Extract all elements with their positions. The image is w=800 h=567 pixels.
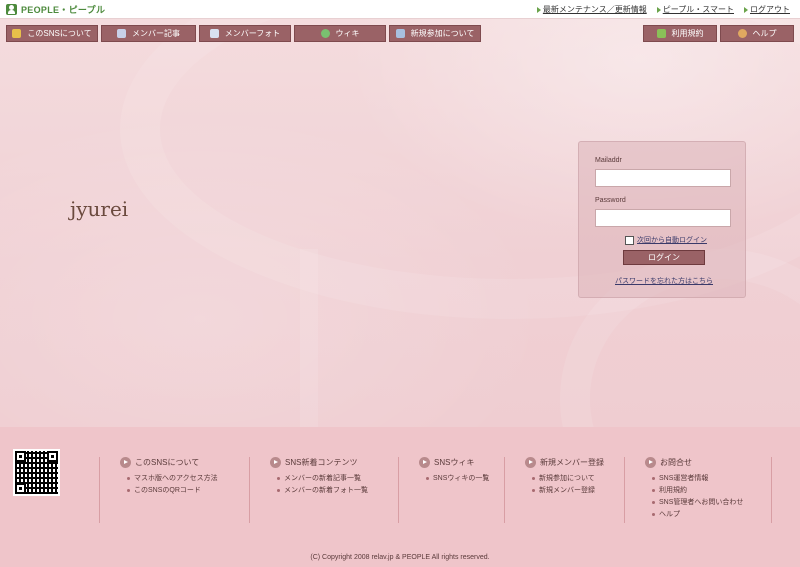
footer-link[interactable]: SNS運営者情報 (652, 473, 743, 483)
footer-link[interactable]: マスホ版へのアクセス方法 (127, 473, 218, 483)
qr-finder (15, 483, 26, 494)
footer-link[interactable]: メンバーの新着フォト一覧 (277, 485, 368, 495)
footer-link[interactable]: SNS管理者へお問い合わせ (652, 497, 743, 507)
nav-wiki-button[interactable]: ウィキ (294, 25, 386, 42)
wiki-icon (320, 29, 330, 38)
play-icon (419, 457, 430, 468)
footer-heading-label[interactable]: お問合せ (660, 457, 692, 468)
footer-column-about: このSNSについて マスホ版へのアクセス方法 このSNSのQRコード (99, 457, 218, 523)
play-icon (270, 457, 281, 468)
nav-label: メンバーフォト (224, 29, 281, 38)
arrow-icon (656, 6, 661, 13)
copyright: (C) Copyright 2008 relav.jp & PEOPLE All… (310, 554, 490, 561)
arrow-icon (536, 6, 541, 13)
auto-login-checkbox[interactable] (625, 235, 634, 245)
top-link-smart[interactable]: ピープル・スマート (656, 4, 734, 15)
footer: このSNSについて マスホ版へのアクセス方法 このSNSのQRコード SNS新着… (0, 427, 800, 567)
nav-help-button[interactable]: ヘルプ (720, 25, 794, 42)
footer-heading[interactable]: SNSウィキ (419, 457, 489, 468)
play-icon (120, 457, 131, 468)
footer-heading-label[interactable]: SNSウィキ (434, 457, 474, 468)
qr-code (13, 449, 60, 496)
join-icon (395, 29, 405, 38)
arrow-icon (744, 6, 748, 13)
footer-heading-label[interactable]: SNS新着コンテンツ (285, 457, 357, 468)
top-link-label[interactable]: 最新メンテナンス／更新情報 (543, 4, 647, 15)
play-icon (525, 457, 536, 468)
nav-terms-button[interactable]: 利用規約 (643, 25, 717, 42)
footer-column-register: 新規メンバー登録 新規参加について 新規メンバー登録 (504, 457, 604, 523)
top-link-logout[interactable]: ログアウト (744, 4, 790, 15)
nav-label: ウィキ (335, 29, 360, 38)
footer-column-contact: お問合せ SNS運営者情報 利用規約 SNS管理者へお問い合わせ ヘルプ (624, 457, 743, 523)
auto-login-label[interactable]: 次回から自動ログイン (637, 235, 707, 245)
nav-bar-right: 利用規約 ヘルプ (643, 25, 794, 42)
footer-link[interactable]: 新規メンバー登録 (532, 485, 604, 495)
photo-icon (209, 29, 219, 38)
nav-label: メンバー記事 (132, 29, 180, 38)
nav-photos-button[interactable]: メンバーフォト (199, 25, 291, 42)
people-icon (6, 4, 17, 15)
footer-link[interactable]: メンバーの新着記事一覧 (277, 473, 368, 483)
footer-heading[interactable]: お問合せ (645, 457, 743, 468)
footer-heading[interactable]: このSNSについて (120, 457, 218, 468)
help-icon (737, 29, 747, 38)
about-icon (12, 29, 22, 38)
login-panel: Mailaddr Password 次回から自動ログイン ログイン パスワードを… (578, 141, 746, 298)
nav-label: 利用規約 (671, 29, 704, 38)
terms-icon (656, 29, 666, 38)
forgot-password-link[interactable]: パスワードを忘れた方はこちら (615, 276, 713, 286)
site-name: jyurei (70, 197, 129, 221)
top-link-maintenance[interactable]: 最新メンテナンス／更新情報 (536, 4, 647, 15)
password-label: Password (595, 197, 626, 204)
footer-heading-label[interactable]: このSNSについて (135, 457, 199, 468)
qr-finder (47, 451, 58, 462)
footer-column-contents: SNS新着コンテンツ メンバーの新着記事一覧 メンバーの新着フォト一覧 (249, 457, 368, 523)
footer-divider (771, 457, 772, 523)
background-decoration (300, 249, 318, 427)
nav-label: ヘルプ (752, 29, 777, 38)
brand-name: PEOPLE・ピープル (21, 5, 106, 15)
nav-about-button[interactable]: このSNSについて (6, 25, 98, 42)
password-input[interactable] (595, 209, 731, 227)
article-icon (117, 29, 126, 38)
footer-link[interactable]: このSNSのQRコード (127, 485, 218, 495)
nav-label: このSNSについて (27, 29, 92, 38)
footer-heading[interactable]: 新規メンバー登録 (525, 457, 604, 468)
brand-logo[interactable]: PEOPLE・ピープル (6, 3, 105, 16)
nav-label: 新規参加について (410, 29, 475, 38)
footer-link[interactable]: 利用規約 (652, 485, 743, 495)
footer-link[interactable]: SNSウィキの一覧 (426, 473, 489, 483)
nav-bar-left: このSNSについて メンバー記事 メンバーフォト ウィキ 新規参加について (6, 25, 481, 42)
login-button[interactable]: ログイン (623, 250, 705, 265)
footer-link[interactable]: 新規参加について (532, 473, 604, 483)
top-link-label[interactable]: ピープル・スマート (663, 4, 734, 15)
footer-heading-label[interactable]: 新規メンバー登録 (540, 457, 604, 468)
footer-heading[interactable]: SNS新着コンテンツ (270, 457, 368, 468)
top-links: 最新メンテナンス／更新情報 ピープル・スマート ログアウト (536, 4, 790, 15)
auto-login[interactable]: 次回から自動ログイン (625, 235, 707, 245)
qr-finder (15, 451, 26, 462)
mail-label: Mailaddr (595, 157, 622, 164)
top-link-label[interactable]: ログアウト (750, 4, 790, 15)
top-bar: PEOPLE・ピープル 最新メンテナンス／更新情報 ピープル・スマート ログアウ… (0, 0, 800, 19)
footer-link[interactable]: ヘルプ (652, 509, 743, 519)
footer-column-wiki: SNSウィキ SNSウィキの一覧 (398, 457, 489, 523)
nav-articles-button[interactable]: メンバー記事 (101, 25, 196, 42)
nav-join-button[interactable]: 新規参加について (389, 25, 481, 42)
mail-input[interactable] (595, 169, 731, 187)
main-area: このSNSについて メンバー記事 メンバーフォト ウィキ 新規参加について 利用… (0, 19, 800, 427)
play-icon (645, 457, 656, 468)
